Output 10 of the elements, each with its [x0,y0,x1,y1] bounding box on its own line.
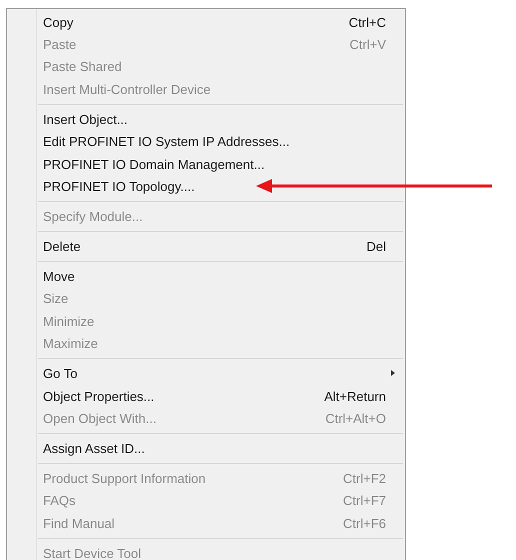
menu-item[interactable]: Edit PROFINET IO System IP Addresses... [9,130,403,153]
menu-item[interactable]: Copy Ctrl+C [9,11,403,34]
menu-item[interactable]: PROFINET IO Domain Management... [9,152,403,176]
menu-item[interactable]: Assign Asset ID... [9,437,403,460]
menu-item[interactable]: PROFINET IO Topology.... [9,175,403,198]
menu-item[interactable]: Object Properties... Alt+Return [9,384,403,408]
menu-item[interactable]: Go To [9,362,403,385]
menu-item[interactable]: Move [9,265,403,288]
menu-item[interactable]: Insert Object... [9,108,403,131]
menu-item[interactable]: Delete Del [9,235,403,258]
